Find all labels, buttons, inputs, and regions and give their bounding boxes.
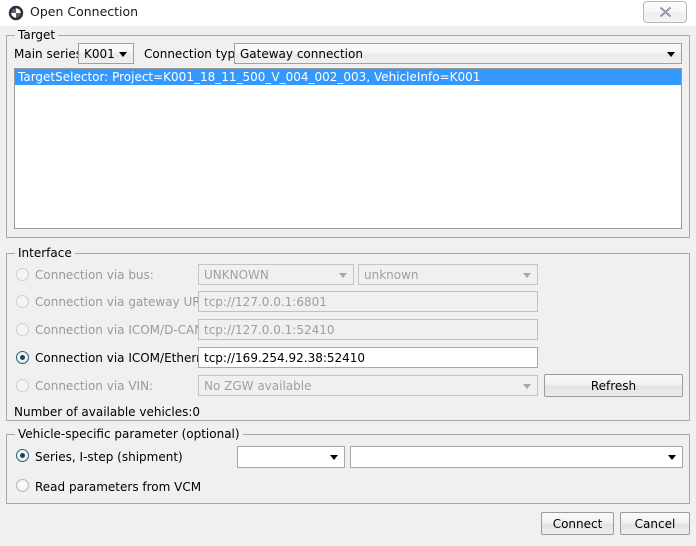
gateway-url-value: tcp://127.0.0.1:6801: [204, 294, 327, 309]
connection-type-combo[interactable]: Gateway connection: [234, 43, 682, 64]
bus-device-value: unknown: [364, 267, 419, 282]
label-connection-via-gateway-url: Connection via gateway URL:: [35, 295, 212, 309]
chevron-down-icon: [668, 455, 676, 460]
gateway-url-input[interactable]: tcp://127.0.0.1:6801: [198, 291, 538, 312]
main-series-combo[interactable]: K001: [78, 43, 134, 64]
radio-connection-via-bus[interactable]: [16, 268, 29, 281]
radio-connection-via-icom-ethernet[interactable]: [16, 351, 29, 364]
vin-value: No ZGW available: [204, 378, 312, 393]
icom-dcan-value: tcp://127.0.0.1:52410: [204, 322, 335, 337]
connect-button-label: Connect: [552, 516, 603, 531]
icom-ethernet-value: tcp://169.254.92.38:52410: [204, 350, 366, 365]
refresh-button-label: Refresh: [590, 378, 637, 393]
bmw-roundel-icon: [8, 5, 24, 21]
close-icon: [644, 2, 686, 22]
vin-combo[interactable]: No ZGW available: [198, 375, 538, 396]
connection-type-value: Gateway connection: [240, 46, 363, 61]
available-vehicles-status: Number of available vehicles:0: [14, 405, 201, 419]
bus-type-combo[interactable]: UNKNOWN: [198, 264, 354, 285]
chevron-down-icon: [667, 51, 675, 57]
chevron-down-icon: [119, 51, 127, 57]
label-connection-via-bus: Connection via bus:: [35, 268, 154, 282]
radio-connection-via-vin[interactable]: [16, 379, 29, 392]
chevron-down-icon: [523, 272, 531, 278]
label-connection-via-vin: Connection via VIN:: [35, 379, 154, 393]
icom-ethernet-input[interactable]: tcp://169.254.92.38:52410: [198, 347, 538, 368]
connect-button[interactable]: Connect: [541, 512, 614, 535]
label-connection-via-icom-ethernet: Connection via ICOM/Ethernet:: [35, 351, 220, 365]
label-connection-via-icom-dcan: Connection via ICOM/D-CAN:: [35, 323, 208, 337]
radio-read-parameters-from-vcm[interactable]: [16, 479, 29, 492]
refresh-button[interactable]: Refresh: [544, 374, 683, 397]
bus-type-value: UNKNOWN: [204, 267, 269, 282]
main-series-label: Main series:: [14, 47, 87, 61]
open-connection-dialog: Open Connection Target Main series: K001…: [0, 0, 696, 546]
list-item-label: TargetSelector: Project=K001_18_11_500_V…: [18, 70, 481, 84]
interface-group: Interface Connection via bus: UNKNOWN un…: [6, 246, 690, 421]
bus-device-combo[interactable]: unknown: [358, 264, 538, 285]
target-group-title: Target: [15, 28, 59, 42]
main-series-value: K001: [84, 46, 115, 61]
close-button[interactable]: [643, 1, 687, 23]
target-listbox[interactable]: TargetSelector: Project=K001_18_11_500_V…: [14, 68, 682, 229]
chevron-down-icon: [330, 455, 338, 460]
title-bar: Open Connection: [0, 0, 696, 26]
list-item[interactable]: TargetSelector: Project=K001_18_11_500_V…: [15, 69, 681, 85]
connection-type-label: Connection type:: [144, 47, 247, 61]
chevron-down-icon: [523, 383, 531, 389]
cancel-button-label: Cancel: [634, 516, 676, 531]
vehicle-params-group: Vehicle-specific parameter (optional) Se…: [6, 427, 690, 504]
label-series-istep: Series, I-step (shipment): [35, 450, 183, 464]
target-group: Target Main series: K001 Connection type…: [6, 28, 690, 238]
chevron-down-icon: [339, 272, 347, 278]
vehicle-params-group-title: Vehicle-specific parameter (optional): [15, 427, 243, 441]
radio-connection-via-gateway-url[interactable]: [16, 295, 29, 308]
istep-combo[interactable]: [350, 446, 683, 468]
cancel-button[interactable]: Cancel: [620, 512, 690, 535]
icom-dcan-input[interactable]: tcp://127.0.0.1:52410: [198, 319, 538, 340]
radio-series-istep[interactable]: [16, 449, 29, 462]
window-title: Open Connection: [30, 4, 139, 19]
label-read-parameters-from-vcm: Read parameters from VCM: [35, 480, 202, 494]
series-combo[interactable]: [237, 446, 345, 468]
interface-group-title: Interface: [15, 246, 75, 260]
radio-connection-via-icom-dcan[interactable]: [16, 323, 29, 336]
